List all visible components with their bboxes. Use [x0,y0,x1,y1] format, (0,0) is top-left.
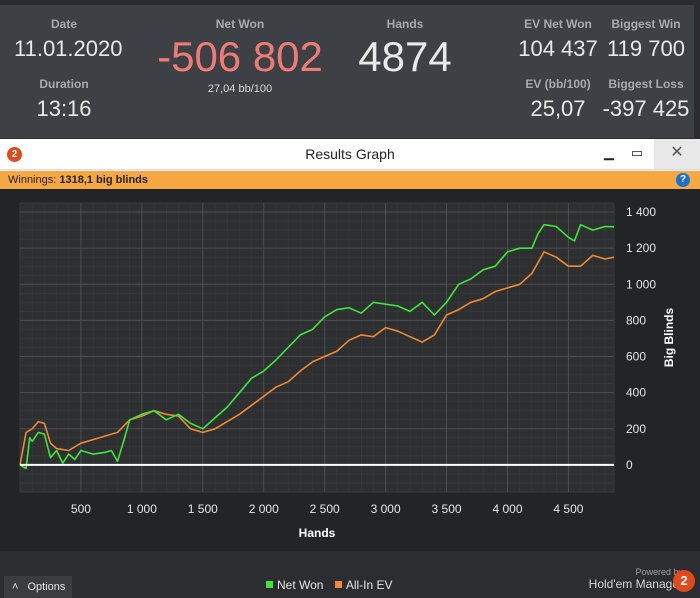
stat-duration-value: 13:16 [36,96,92,121]
title-bar: 2 Results Graph ▁ ▭ ✕ [0,139,700,170]
stat-hands-label: Hands [386,17,424,31]
stat-ev-bb100: EV (bb/100) 25,07 [508,77,608,122]
winnings-text: Winnings: 1318,1 big blinds [8,174,148,186]
y-tick-label: 0 [626,458,633,472]
stat-biggest-loss-value: -397 425 [602,96,690,121]
legend-label-net-won: Net Won [277,578,324,592]
y-tick-label: 600 [626,350,646,364]
stat-hands: Hands 4874 [335,17,475,81]
x-tick-label: 1 500 [188,502,218,516]
winnings-label: Winnings: [8,174,57,186]
stat-hands-value: 4874 [358,33,452,80]
close-button[interactable]: ✕ [654,139,700,169]
results-chart: 500 1 000 1 500 2 000 2 500 3 000 3 500 4 000 4 … [19,202,676,540]
stat-net-won-label: Net Won [215,17,265,31]
stats-bar: Date 11.01.2020 Duration 13:16 Net Won -… [0,0,700,138]
y-tick-label: 1 000 [626,277,656,291]
legend-label-all-in-ev: All-In EV [345,578,393,592]
stat-ev-net-won-label: EV Net Won [524,17,592,31]
minimize-button[interactable]: ▁ [596,139,622,169]
stat-biggest-win: Biggest Win 119 700 [596,17,696,62]
chevron-up-icon: ˄ [12,581,19,593]
y-tick-label: 1 400 [626,205,656,219]
powered-by-text: Powered by [635,567,683,577]
x-axis-title: Hands [299,526,336,540]
legend-item-all-in-ev[interactable]: All-In EV [334,578,393,592]
options-button[interactable]: ˄ Options [4,576,72,598]
stat-biggest-win-label: Biggest Win [611,17,681,31]
brand-block: Powered by Hold'em Manager 2 [588,567,695,592]
x-tick-label: 500 [71,502,91,516]
legend-swatch-net-won [266,581,273,588]
legend-item-net-won[interactable]: Net Won [266,578,327,592]
top-strip [0,0,700,5]
stat-ev-bb100-value: 25,07 [530,96,586,121]
stat-biggest-loss: Biggest Loss -397 425 [596,77,696,122]
y-axis-title: Big Blinds [662,308,676,368]
stat-net-won-value: -506 802 [157,33,323,80]
x-tick-label: 4 500 [553,502,583,516]
y-tick-label: 800 [626,313,646,327]
stat-biggest-loss-label: Biggest Loss [608,77,684,91]
stat-date: Date 11.01.2020 [14,17,123,62]
stat-ev-net-won: EV Net Won 104 437 [508,17,608,62]
stat-ev-net-won-value: 104 437 [518,36,598,61]
x-tick-label: 1 000 [127,502,157,516]
x-tick-label: 2 000 [249,502,279,516]
maximize-button[interactable]: ▭ [624,139,650,169]
brand-name: Hold'em Manager [588,577,683,591]
x-tick-label: 2 500 [310,502,340,516]
stat-date-value: 11.01.2020 [14,36,123,61]
stat-duration-label: Duration [39,77,89,91]
stat-date-label: Date [50,17,77,31]
winnings-value: 1318,1 big blinds [59,174,148,186]
y-tick-label: 200 [626,422,646,436]
help-icon[interactable]: ? [676,173,690,187]
legend-swatch-all-in-ev [334,581,342,588]
y-tick-label: 400 [626,386,646,400]
results-graph-window: 2 Results Graph ▁ ▭ ✕ Winnings: 1318,1 b… [0,139,700,598]
x-tick-label: 3 500 [432,502,462,516]
chart-area: 500 1 000 1 500 2 000 2 500 3 000 3 500 4 000 4 … [0,189,700,598]
stat-net-won-sub: 27,04 bb/100 [207,83,273,95]
x-tick-label: 3 000 [371,502,401,516]
stat-net-won: Net Won -506 802 27,04 bb/100 [140,17,340,95]
stat-ev-bb100-label: EV (bb/100) [525,77,591,91]
winnings-bar: Winnings: 1318,1 big blinds ? [0,171,700,189]
options-label: Options [27,581,66,593]
brand-logo-icon: 2 [673,570,695,592]
x-tick-label: 4 000 [492,502,522,516]
y-tick-label: 1 200 [626,241,656,255]
stat-biggest-win-value: 119 700 [607,36,685,61]
stat-duration: Duration 13:16 [14,77,114,122]
window-title: Results Graph [305,146,395,162]
chart-legend: Net Won All-In EV [266,578,401,592]
